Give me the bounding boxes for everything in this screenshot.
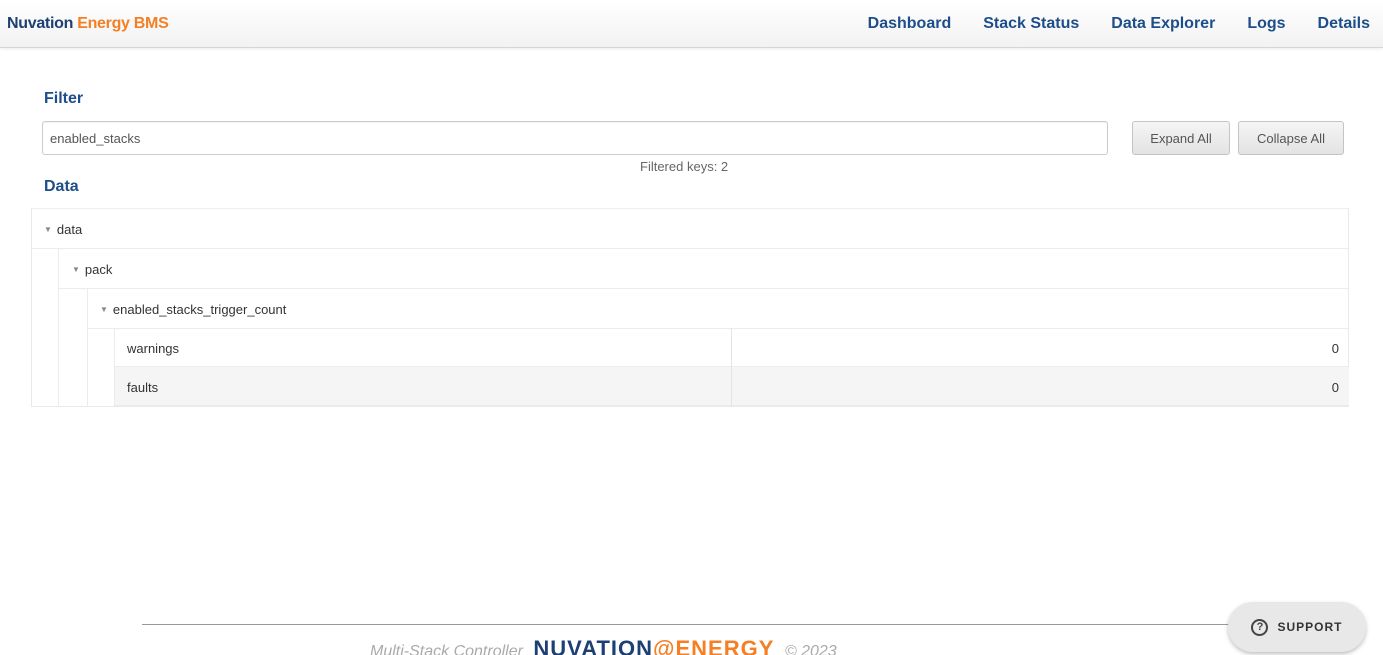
caret-down-icon: ▼: [44, 225, 52, 234]
nav-dashboard[interactable]: Dashboard: [868, 15, 952, 33]
tree-leaf-row: faults 0: [115, 367, 1349, 406]
main-nav: Dashboard Stack Status Data Explorer Log…: [836, 15, 1370, 33]
footer-copyright: © 2023: [784, 643, 837, 655]
footer-divider: [142, 624, 1242, 625]
footer-logo: NUVATION@ENERGY: [533, 636, 774, 655]
collapse-all-button[interactable]: Collapse All: [1238, 121, 1344, 155]
expand-all-button[interactable]: Expand All: [1132, 121, 1230, 155]
tree-node-enabled-stacks-trigger-count[interactable]: ▼ enabled_stacks_trigger_count: [88, 289, 1348, 329]
column-divider: [731, 328, 732, 367]
data-tree: ▼ data ▼ pack ▼ enabled_stacks_trigger_coun…: [31, 208, 1349, 407]
filtered-keys-count: Filtered keys: 2: [640, 159, 729, 174]
leaf-value: 0: [1331, 341, 1339, 356]
tree-node-label[interactable]: ▼ enabled_stacks_trigger_count: [100, 302, 286, 317]
nav-logs[interactable]: Logs: [1247, 15, 1285, 33]
footer: Multi-Stack Controller NUVATION@ENERGY ©…: [370, 636, 837, 655]
tree-node-text: pack: [84, 262, 113, 277]
tree-node-text: enabled_stacks_trigger_count: [112, 302, 287, 317]
footer-product-name: Multi-Stack Controller: [370, 643, 523, 655]
column-divider: [731, 367, 732, 406]
leaf-key: warnings: [127, 341, 180, 356]
tree-node-label[interactable]: ▼ data: [44, 222, 82, 237]
leaf-key: faults: [127, 380, 159, 395]
support-label: SUPPORT: [1277, 620, 1343, 634]
question-circle-icon: ?: [1251, 618, 1269, 636]
filter-input[interactable]: [42, 121, 1108, 155]
brand-name: Nuvation: [7, 15, 74, 32]
brand-logo[interactable]: Nuvation Energy BMS: [7, 15, 169, 33]
tree-leaf-row: warnings 0: [115, 328, 1349, 367]
leaf-value: 0: [1331, 380, 1339, 395]
filter-heading: Filter: [44, 90, 84, 107]
nav-data-explorer[interactable]: Data Explorer: [1111, 15, 1215, 33]
footer-logo-part1: NUVATION: [533, 636, 654, 655]
tree-node-pack[interactable]: ▼ pack: [59, 249, 1348, 289]
caret-down-icon: ▼: [72, 265, 80, 274]
footer-logo-part2: @ENERGY: [653, 636, 775, 655]
caret-down-icon: ▼: [100, 305, 108, 314]
brand-suffix: Energy BMS: [77, 15, 169, 32]
nav-stack-status[interactable]: Stack Status: [983, 15, 1079, 33]
support-button[interactable]: ? SUPPORT: [1228, 602, 1366, 652]
tree-node-data[interactable]: ▼ data: [32, 209, 1348, 249]
nav-details[interactable]: Details: [1318, 15, 1370, 33]
data-heading: Data: [44, 178, 79, 195]
tree-node-label[interactable]: ▼ pack: [72, 262, 112, 277]
tree-node-text: data: [56, 222, 83, 237]
top-navbar: Nuvation Energy BMS Dashboard Stack Stat…: [0, 0, 1383, 48]
